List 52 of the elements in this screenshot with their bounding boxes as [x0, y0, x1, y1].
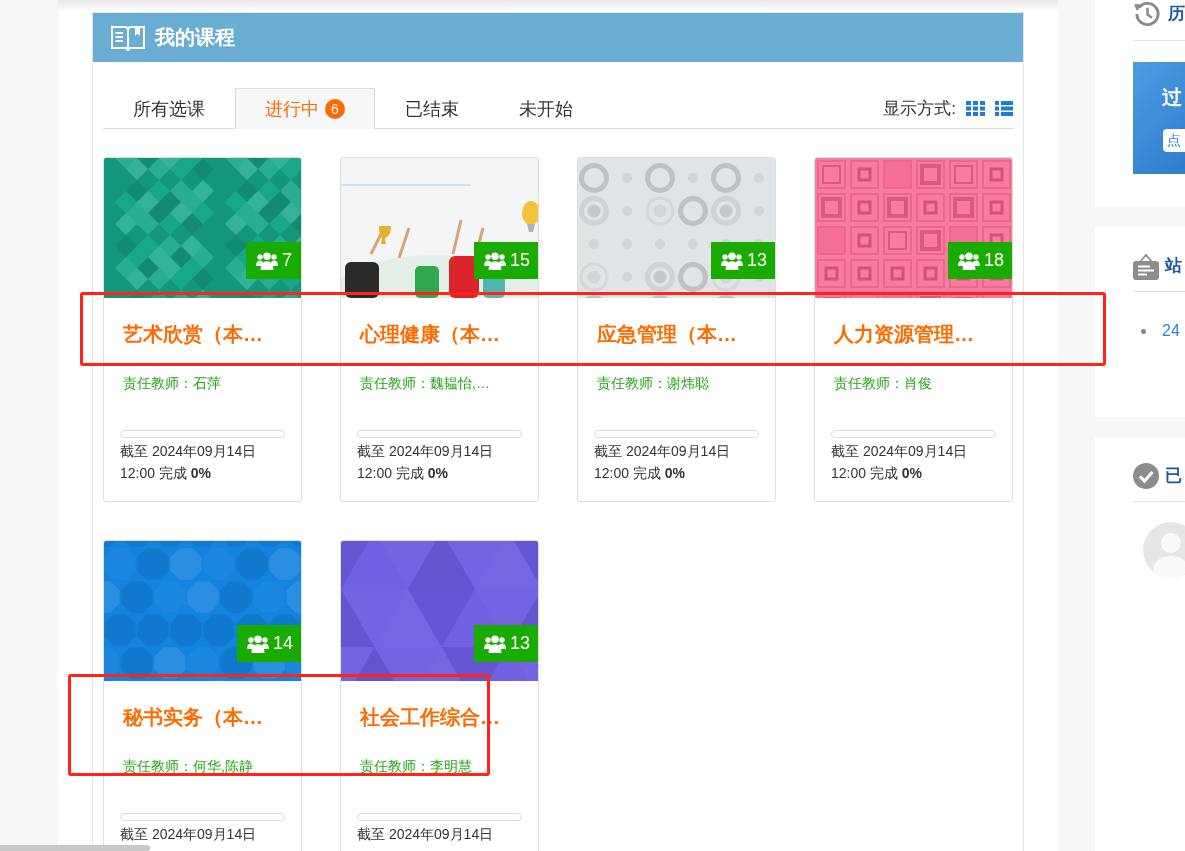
- deadline-text: 截至 2024年09月14日: [831, 442, 969, 461]
- completion-text: 12:00 完成 0%: [594, 464, 687, 483]
- deadline-text: 截至 2024年09月14日: [594, 442, 732, 461]
- student-count: 13: [746, 250, 767, 271]
- deadline-text: 截至 2024年09月14日: [357, 442, 495, 461]
- student-count: 18: [983, 250, 1004, 271]
- tab[interactable]: 所有选课: [103, 88, 235, 129]
- teacher-name: 责任教师：石萍: [123, 374, 222, 393]
- completion-text: 12:00 完成 0%: [357, 464, 450, 483]
- teacher-name: 责任教师：肖俊: [834, 374, 933, 393]
- course-card[interactable]: 15 心理健康（本… 责任教师：魏韫怡,… 截至 2024年09月14日 12:00 完成 0%: [340, 157, 539, 502]
- users-icon: [483, 634, 506, 653]
- student-count: 15: [509, 250, 530, 271]
- student-count: 7: [282, 250, 292, 271]
- signboard-icon: [1133, 252, 1159, 280]
- course-card[interactable]: 18 人力资源管理… 责任教师：肖俊 截至 2024年09月14日 12:00 完成 0%: [814, 157, 1013, 502]
- view-mode-label: 显示方式:: [883, 98, 956, 120]
- count-badge: 6: [325, 99, 345, 119]
- teacher-name: 责任教师：魏韫怡,…: [360, 374, 491, 393]
- deadline-text: 截至 2024年09月14日: [120, 442, 258, 461]
- banner-title: 过: [1162, 85, 1183, 109]
- completion-text: 12:00 完成 0%: [120, 464, 213, 483]
- tab[interactable]: 已结束: [375, 88, 489, 129]
- sidebar-panel-title: 站: [1165, 255, 1182, 277]
- student-count: 13: [509, 633, 530, 654]
- notice-link[interactable]: 24: [1162, 322, 1180, 340]
- scrollbar-thumb[interactable]: [0, 845, 150, 851]
- deadline-text: 截至 2024年09月14日: [120, 825, 258, 844]
- tab[interactable]: 未开始: [489, 88, 603, 129]
- grid-view-icon[interactable]: [966, 101, 985, 116]
- course-card[interactable]: 7 艺术欣赏（本… 责任教师：石萍 截至 2024年09月14日 12:00 完成 0%: [103, 157, 302, 502]
- teacher-name: 责任教师：李明慧: [360, 757, 473, 776]
- sidebar-panel-title: 已: [1165, 465, 1182, 487]
- list-view-icon[interactable]: [995, 101, 1013, 116]
- deadline-text: 截至 2024年09月14日: [357, 825, 495, 844]
- sidebar-panel-title: 历: [1168, 3, 1185, 25]
- bullet-icon: [1141, 328, 1146, 334]
- users-icon: [720, 251, 743, 270]
- course-card[interactable]: 14 秘书实务（本… 责任教师：何华,陈静 截至 2024年09月14日: [103, 540, 302, 851]
- course-card[interactable]: 13 应急管理（本… 责任教师：谢炜聪 截至 2024年09月14日 12:00 完成 0%: [577, 157, 776, 502]
- teacher-name: 责任教师：谢炜聪: [597, 374, 710, 393]
- check-circle-icon: [1133, 463, 1159, 489]
- completion-text: 12:00 完成 0%: [831, 464, 924, 483]
- users-icon: [246, 634, 269, 653]
- history-icon: [1133, 0, 1162, 29]
- users-icon: [483, 251, 506, 270]
- users-icon: [256, 251, 278, 270]
- teacher-name: 责任教师：何华,陈静: [123, 757, 254, 776]
- student-count: 14: [272, 633, 293, 654]
- banner-button[interactable]: 点: [1163, 129, 1185, 152]
- users-icon: [957, 251, 980, 270]
- panel-title: 我的课程: [155, 25, 235, 50]
